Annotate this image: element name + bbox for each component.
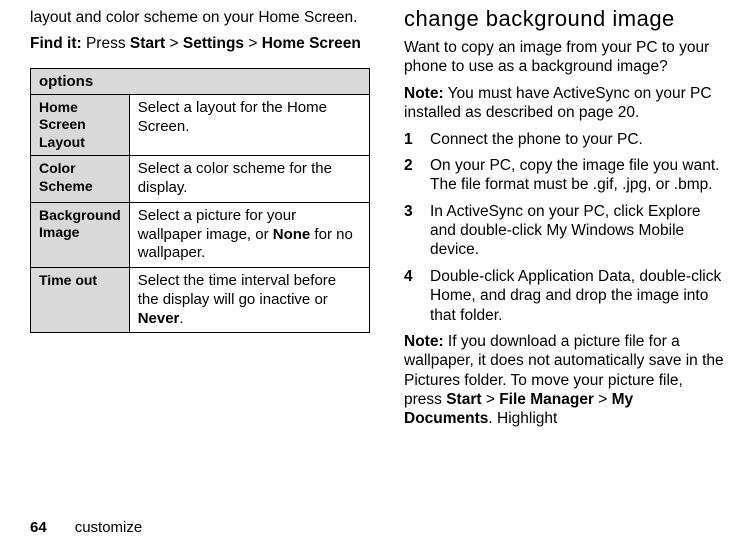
note-2-post: . Highlight bbox=[488, 410, 557, 427]
option-label: Color Scheme bbox=[31, 156, 130, 203]
step-number: 2 bbox=[404, 156, 430, 175]
crumb-sep1: > bbox=[165, 35, 183, 52]
option-label: Time out bbox=[31, 268, 130, 333]
find-it-line: Find it: Press Start > Settings > Home S… bbox=[30, 34, 370, 53]
table-row: Background Image Select a picture for yo… bbox=[31, 202, 370, 267]
option-desc: Select a layout for the Home Screen. bbox=[129, 94, 369, 156]
note-1: Note: You must have ActiveSync on your P… bbox=[404, 84, 724, 123]
step-text: On your PC, copy the image file you want… bbox=[430, 156, 724, 195]
table-row: Time out Select the time interval before… bbox=[31, 268, 370, 333]
note-2: Note: If you download a picture file for… bbox=[404, 332, 724, 429]
section-heading: change background image bbox=[404, 6, 724, 32]
footer-section: customize bbox=[75, 519, 143, 536]
options-header: options bbox=[31, 68, 370, 94]
crumb-file-manager: File Manager bbox=[499, 391, 594, 408]
list-item: 4 Double-click Application Data, double-… bbox=[404, 267, 724, 325]
step-text: Double-click Application Data, double-cl… bbox=[430, 267, 724, 325]
step-text: Connect the phone to your PC. bbox=[430, 130, 724, 149]
option-desc: Select a color scheme for the display. bbox=[129, 156, 369, 203]
list-item: 2 On your PC, copy the image file you wa… bbox=[404, 156, 724, 195]
table-row: Color Scheme Select a color scheme for t… bbox=[31, 156, 370, 203]
option-label: Background Image bbox=[31, 202, 130, 267]
intro-text: layout and color scheme on your Home Scr… bbox=[30, 8, 370, 27]
step-number: 1 bbox=[404, 130, 430, 149]
note-1-text: You must have ActiveSync on your PC inst… bbox=[404, 85, 712, 121]
step-number: 3 bbox=[404, 202, 430, 221]
step-number: 4 bbox=[404, 267, 430, 286]
crumb-sep2: > bbox=[244, 35, 262, 52]
right-intro: Want to copy an image from your PC to yo… bbox=[404, 38, 724, 77]
note-label: Note: bbox=[404, 333, 444, 350]
crumb-home-screen: Home Screen bbox=[262, 35, 361, 52]
find-it-press: Press bbox=[82, 35, 130, 52]
note-label: Note: bbox=[404, 85, 444, 102]
list-item: 3 In ActiveSync on your PC, click Explor… bbox=[404, 202, 724, 260]
options-table: options Home Screen Layout Select a layo… bbox=[30, 68, 370, 334]
step-text: In ActiveSync on your PC, click Explore … bbox=[430, 202, 724, 260]
find-it-label: Find it: bbox=[30, 35, 82, 52]
option-desc: Select a picture for your wallpaper imag… bbox=[129, 202, 369, 267]
crumb-sep-b: > bbox=[594, 391, 612, 408]
list-item: 1 Connect the phone to your PC. bbox=[404, 130, 724, 149]
table-row: Home Screen Layout Select a layout for t… bbox=[31, 94, 370, 156]
steps-list: 1 Connect the phone to your PC. 2 On you… bbox=[404, 130, 724, 325]
crumb-settings: Settings bbox=[183, 35, 244, 52]
crumb-start: Start bbox=[130, 35, 165, 52]
page-number: 64 bbox=[30, 519, 47, 536]
option-label: Home Screen Layout bbox=[31, 94, 130, 156]
crumb-start-2: Start bbox=[446, 391, 481, 408]
option-desc: Select the time interval before the disp… bbox=[129, 268, 369, 333]
page-footer: 64 customize bbox=[30, 519, 142, 536]
crumb-sep-a: > bbox=[482, 391, 500, 408]
